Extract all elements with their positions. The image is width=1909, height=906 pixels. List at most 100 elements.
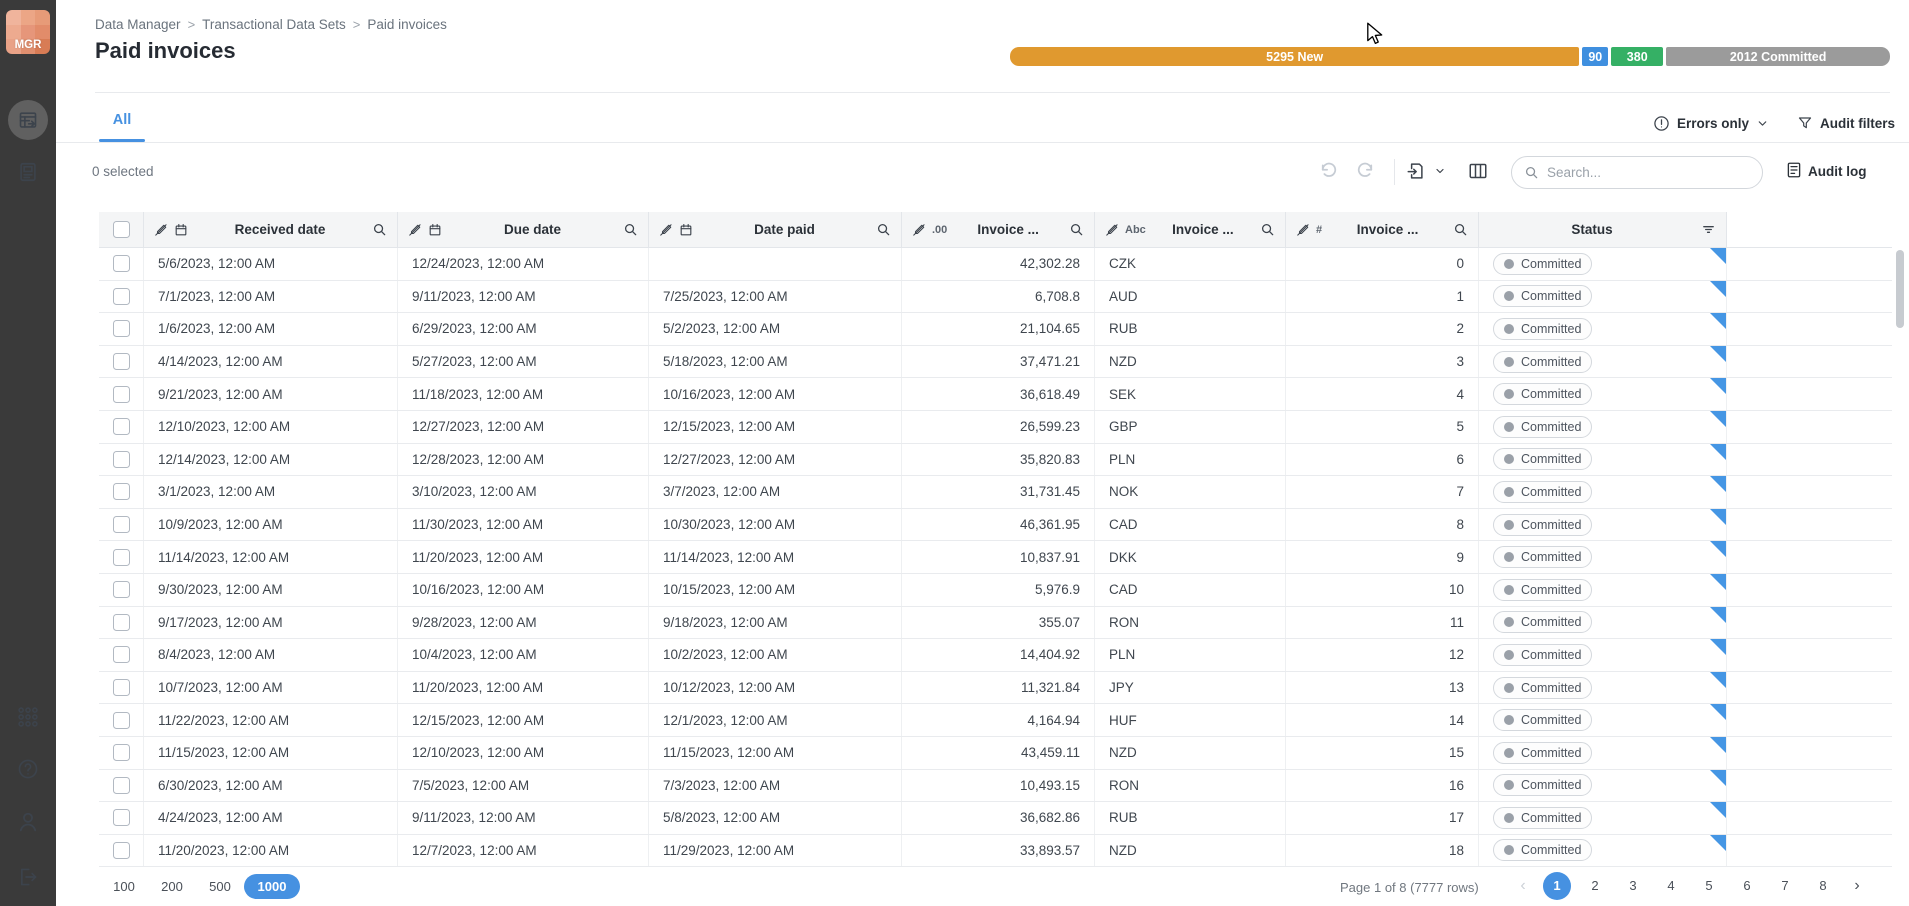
column-header-status[interactable]: Status bbox=[1479, 212, 1727, 247]
cell-received[interactable]: 9/30/2023, 12:00 AM bbox=[144, 574, 398, 606]
cell-received[interactable]: 9/21/2023, 12:00 AM bbox=[144, 378, 398, 410]
cell-paid[interactable]: 10/12/2023, 12:00 AM bbox=[649, 672, 902, 704]
cell-amount[interactable]: 36,682.86 bbox=[902, 802, 1095, 834]
cell-due[interactable]: 11/20/2023, 12:00 AM bbox=[398, 541, 649, 573]
cell-number[interactable]: 0 bbox=[1286, 248, 1479, 280]
cell-paid[interactable]: 12/27/2023, 12:00 AM bbox=[649, 444, 902, 476]
status-filter-icon[interactable] bbox=[1701, 222, 1716, 237]
cell-status[interactable]: Committed bbox=[1479, 607, 1727, 639]
cell-paid[interactable]: 12/1/2023, 12:00 AM bbox=[649, 704, 902, 736]
cell-received[interactable]: 8/4/2023, 12:00 AM bbox=[144, 639, 398, 671]
cell-received[interactable]: 5/6/2023, 12:00 AM bbox=[144, 248, 398, 280]
next-page-button[interactable]: › bbox=[1842, 872, 1872, 900]
cell-due[interactable]: 12/28/2023, 12:00 AM bbox=[398, 444, 649, 476]
cell-status[interactable]: Committed bbox=[1479, 672, 1727, 704]
row-checkbox[interactable] bbox=[113, 549, 130, 566]
cell-number[interactable]: 16 bbox=[1286, 770, 1479, 802]
cell-currency[interactable]: PLN bbox=[1095, 444, 1286, 476]
errors-only-toggle[interactable]: Errors only bbox=[1653, 115, 1769, 132]
cell-received[interactable]: 9/17/2023, 12:00 AM bbox=[144, 607, 398, 639]
search-input[interactable] bbox=[1547, 165, 1750, 180]
sidebar-item-help[interactable] bbox=[17, 758, 39, 780]
cell-received[interactable]: 1/6/2023, 12:00 AM bbox=[144, 313, 398, 345]
cell-paid[interactable]: 5/8/2023, 12:00 AM bbox=[649, 802, 902, 834]
row-checkbox[interactable] bbox=[113, 255, 130, 272]
page-size-1000[interactable]: 1000 bbox=[244, 874, 300, 899]
row-checkbox[interactable] bbox=[113, 712, 130, 729]
page-button-8[interactable]: 8 bbox=[1804, 872, 1842, 900]
row-checkbox[interactable] bbox=[113, 418, 130, 435]
cell-received[interactable]: 3/1/2023, 12:00 AM bbox=[144, 476, 398, 508]
cell-amount[interactable]: 42,302.28 bbox=[902, 248, 1095, 280]
cell-amount[interactable]: 46,361.95 bbox=[902, 509, 1095, 541]
export-button[interactable] bbox=[1406, 161, 1426, 181]
cell-status[interactable]: Committed bbox=[1479, 704, 1727, 736]
cell-status[interactable]: Committed bbox=[1479, 737, 1727, 769]
column-header-due[interactable]: Due date bbox=[398, 212, 649, 247]
cell-select[interactable] bbox=[99, 476, 144, 508]
sidebar-item-profile[interactable] bbox=[16, 810, 40, 834]
cell-number[interactable]: 15 bbox=[1286, 737, 1479, 769]
cell-due[interactable]: 6/29/2023, 12:00 AM bbox=[398, 313, 649, 345]
cell-received[interactable]: 7/1/2023, 12:00 AM bbox=[144, 281, 398, 313]
cell-currency[interactable]: RON bbox=[1095, 770, 1286, 802]
cell-paid[interactable]: 9/18/2023, 12:00 AM bbox=[649, 607, 902, 639]
row-checkbox[interactable] bbox=[113, 451, 130, 468]
cell-amount[interactable]: 4,164.94 bbox=[902, 704, 1095, 736]
cell-received[interactable]: 10/7/2023, 12:00 AM bbox=[144, 672, 398, 704]
cell-number[interactable]: 8 bbox=[1286, 509, 1479, 541]
audit-log-button[interactable]: Audit log bbox=[1808, 164, 1866, 179]
cell-due[interactable]: 12/7/2023, 12:00 AM bbox=[398, 835, 649, 867]
cell-status[interactable]: Committed bbox=[1479, 509, 1727, 541]
cell-number[interactable]: 9 bbox=[1286, 541, 1479, 573]
row-checkbox[interactable] bbox=[113, 646, 130, 663]
cell-select[interactable] bbox=[99, 737, 144, 769]
cell-due[interactable]: 10/4/2023, 12:00 AM bbox=[398, 639, 649, 671]
cell-currency[interactable]: AUD bbox=[1095, 281, 1286, 313]
cell-received[interactable]: 11/14/2023, 12:00 AM bbox=[144, 541, 398, 573]
cell-status[interactable]: Committed bbox=[1479, 639, 1727, 671]
export-chevron-icon[interactable] bbox=[1434, 165, 1446, 177]
cell-status[interactable]: Committed bbox=[1479, 411, 1727, 443]
row-checkbox[interactable] bbox=[113, 386, 130, 403]
cell-number[interactable]: 4 bbox=[1286, 378, 1479, 410]
cell-paid[interactable]: 11/29/2023, 12:00 AM bbox=[649, 835, 902, 867]
row-checkbox[interactable] bbox=[113, 516, 130, 533]
cell-amount[interactable]: 43,459.11 bbox=[902, 737, 1095, 769]
cell-amount[interactable]: 33,893.57 bbox=[902, 835, 1095, 867]
cell-paid[interactable]: 10/30/2023, 12:00 AM bbox=[649, 509, 902, 541]
cell-due[interactable]: 12/24/2023, 12:00 AM bbox=[398, 248, 649, 280]
cell-currency[interactable]: SEK bbox=[1095, 378, 1286, 410]
cell-received[interactable]: 12/14/2023, 12:00 AM bbox=[144, 444, 398, 476]
cell-select[interactable] bbox=[99, 313, 144, 345]
cell-select[interactable] bbox=[99, 770, 144, 802]
sidebar-item-datasets[interactable] bbox=[8, 100, 48, 140]
cell-number[interactable]: 13 bbox=[1286, 672, 1479, 704]
cell-due[interactable]: 11/20/2023, 12:00 AM bbox=[398, 672, 649, 704]
sidebar-item-logout[interactable] bbox=[17, 866, 39, 888]
cell-amount[interactable]: 37,471.21 bbox=[902, 346, 1095, 378]
cell-number[interactable]: 18 bbox=[1286, 835, 1479, 867]
scrollbar-thumb[interactable] bbox=[1896, 250, 1904, 328]
page-button-3[interactable]: 3 bbox=[1614, 872, 1652, 900]
column-header-currency[interactable]: AbcInvoice ... bbox=[1095, 212, 1286, 247]
tab-all[interactable]: All bbox=[99, 112, 145, 140]
cell-currency[interactable]: DKK bbox=[1095, 541, 1286, 573]
cell-amount[interactable]: 35,820.83 bbox=[902, 444, 1095, 476]
cell-received[interactable]: 11/15/2023, 12:00 AM bbox=[144, 737, 398, 769]
cell-due[interactable]: 5/27/2023, 12:00 AM bbox=[398, 346, 649, 378]
cell-due[interactable]: 12/10/2023, 12:00 AM bbox=[398, 737, 649, 769]
cell-currency[interactable]: RUB bbox=[1095, 313, 1286, 345]
cell-status[interactable]: Committed bbox=[1479, 835, 1727, 867]
cell-status[interactable]: Committed bbox=[1479, 248, 1727, 280]
cell-select[interactable] bbox=[99, 378, 144, 410]
cell-status[interactable]: Committed bbox=[1479, 378, 1727, 410]
cell-status[interactable]: Committed bbox=[1479, 476, 1727, 508]
cell-number[interactable]: 7 bbox=[1286, 476, 1479, 508]
page-size-200[interactable]: 200 bbox=[148, 874, 196, 899]
cell-status[interactable]: Committed bbox=[1479, 574, 1727, 606]
cell-currency[interactable]: CAD bbox=[1095, 509, 1286, 541]
cell-currency[interactable]: NZD bbox=[1095, 737, 1286, 769]
cell-amount[interactable]: 31,731.45 bbox=[902, 476, 1095, 508]
cell-received[interactable]: 11/22/2023, 12:00 AM bbox=[144, 704, 398, 736]
